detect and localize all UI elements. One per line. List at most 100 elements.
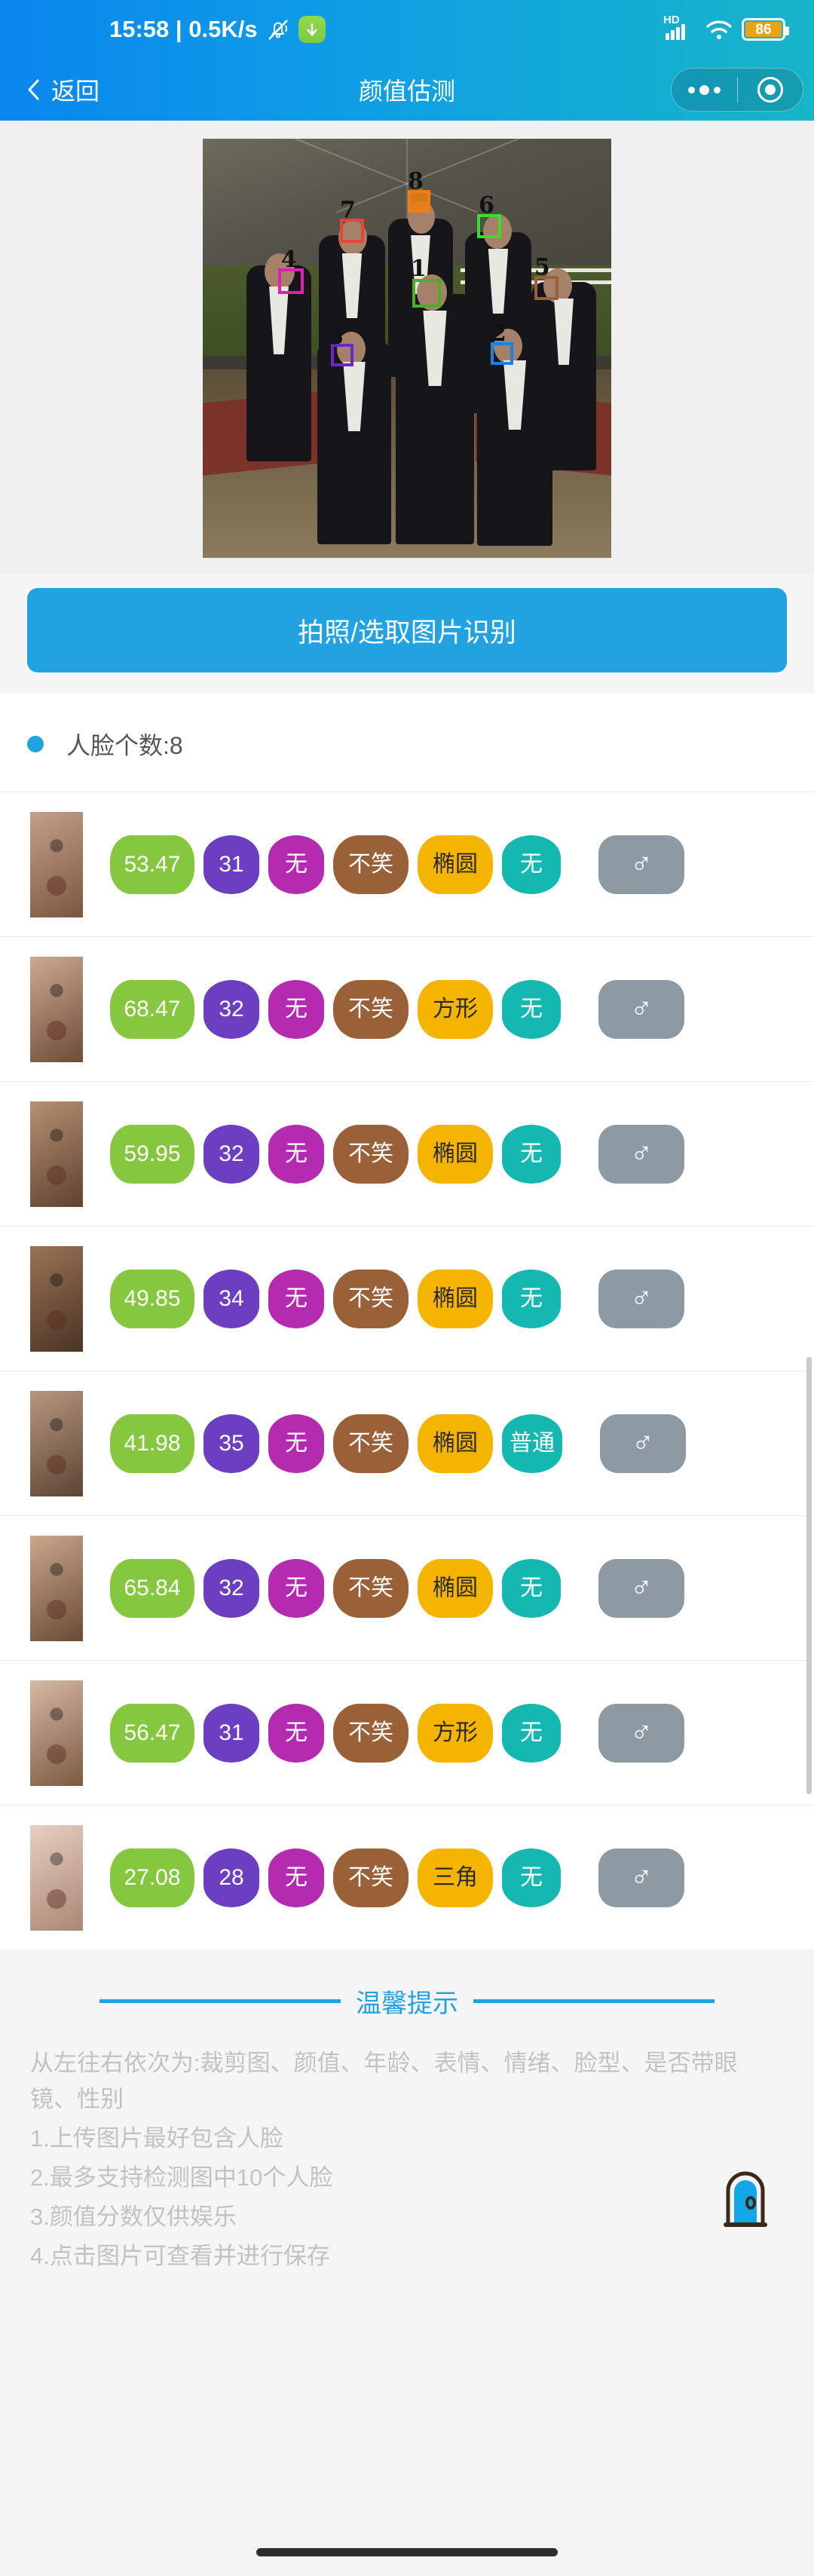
battery-level: 86 xyxy=(745,22,782,37)
face-result-list: 53.47 31 无 不笑 椭圆 无 ♂ 68.47 32 无 不笑 方形 无 … xyxy=(0,792,814,1950)
expression-pill: 无 xyxy=(268,1558,324,1618)
table-row[interactable]: 59.95 32 无 不笑 椭圆 无 ♂ xyxy=(0,1081,814,1226)
age-pill: 31 xyxy=(204,1703,259,1763)
beauty-score-pill: 49.85 xyxy=(110,1269,194,1328)
expression-pill: 无 xyxy=(268,1269,324,1328)
table-row[interactable]: 56.47 31 无 不笑 方形 无 ♂ xyxy=(0,1660,814,1805)
table-row[interactable]: 49.85 34 无 不笑 椭圆 无 ♂ xyxy=(0,1226,814,1371)
signal-bars-icon: HD xyxy=(663,14,696,44)
gender-pill: ♂ xyxy=(598,1848,684,1907)
back-button[interactable]: 返回 xyxy=(27,72,99,107)
face-shape-pill: 三角 xyxy=(418,1848,493,1907)
gender-pill: ♂ xyxy=(600,1414,686,1473)
signal-bars xyxy=(666,24,685,40)
beauty-score-pill: 56.47 xyxy=(110,1703,194,1763)
emotion-pill: 不笑 xyxy=(333,1414,409,1473)
home-indicator[interactable] xyxy=(256,2548,558,2556)
face-shape-pill: 椭圆 xyxy=(418,835,493,894)
result-photo[interactable]: 1 2 3 4 5 6 7 8 xyxy=(203,139,611,558)
status-bar-left: 15:58 | 0.5K/s xyxy=(109,16,326,43)
face-thumbnail[interactable] xyxy=(30,1535,83,1641)
vertical-scrollbar[interactable] xyxy=(806,1357,812,1794)
expression-pill: 无 xyxy=(268,1124,324,1184)
beauty-score-pill: 59.95 xyxy=(110,1124,194,1184)
face-attribute-pills: 65.84 32 无 不笑 椭圆 无 ♂ xyxy=(110,1558,684,1618)
face-thumbnail[interactable] xyxy=(30,1680,83,1786)
status-bar: 15:58 | 0.5K/s HD 86 xyxy=(0,0,814,59)
face-box-label-2: 2 xyxy=(491,320,506,347)
face-attribute-pills: 41.98 35 无 不笑 椭圆 普通 ♂ xyxy=(110,1414,686,1473)
bell-muted-icon xyxy=(267,17,289,41)
tips-header: 温馨提示 xyxy=(30,1983,784,2020)
gender-pill: ♂ xyxy=(598,979,684,1039)
battery-icon: 86 xyxy=(742,18,789,41)
gender-pill: ♂ xyxy=(598,1269,684,1328)
gender-pill: ♂ xyxy=(598,1703,684,1763)
glasses-pill: 无 xyxy=(502,1269,561,1328)
emotion-pill: 不笑 xyxy=(333,1558,409,1618)
face-box-1 xyxy=(412,279,441,308)
face-count-section: 人脸个数:8 xyxy=(0,694,814,792)
beauty-score-pill: 65.84 xyxy=(110,1558,194,1618)
face-attribute-pills: 68.47 32 无 不笑 方形 无 ♂ xyxy=(110,979,684,1039)
emotion-pill: 不笑 xyxy=(333,979,409,1039)
expression-pill: 无 xyxy=(268,835,324,894)
glasses-pill: 无 xyxy=(502,1124,561,1184)
table-row[interactable]: 27.08 28 无 不笑 三角 无 ♂ xyxy=(0,1805,814,1950)
age-pill: 35 xyxy=(204,1414,259,1473)
glasses-pill: 无 xyxy=(502,979,561,1039)
table-row[interactable]: 41.98 35 无 不笑 椭圆 普通 ♂ xyxy=(0,1371,814,1515)
face-thumbnail[interactable] xyxy=(30,1101,83,1207)
face-shape-pill: 椭圆 xyxy=(418,1124,493,1184)
glasses-pill: 无 xyxy=(502,1848,561,1907)
face-box-label-8: 8 xyxy=(408,168,424,195)
take-or-pick-photo-button[interactable]: 拍照/选取图片识别 xyxy=(27,588,787,672)
face-thumbnail[interactable] xyxy=(30,1390,83,1496)
age-pill: 28 xyxy=(204,1848,259,1907)
tips-line: 2.最多支持检测图中10个人脸 xyxy=(30,2164,333,2192)
face-thumbnail[interactable] xyxy=(30,1824,83,1931)
close-miniprogram-button[interactable] xyxy=(738,69,803,111)
expression-pill: 无 xyxy=(268,979,324,1039)
emotion-pill: 不笑 xyxy=(333,1269,409,1328)
tent-seam-right xyxy=(335,139,611,213)
beauty-score-pill: 68.47 xyxy=(110,979,194,1039)
tips-rule-left xyxy=(99,1999,341,2003)
age-pill: 34 xyxy=(204,1269,259,1328)
tips-line: 1.上传图片最好包含人脸 xyxy=(30,2125,283,2152)
tips-section: 温馨提示 从左往右依次为:裁剪图、颜值、年龄、表情、情绪、脸型、是否带眼镜、性别… xyxy=(0,1950,814,2342)
face-shape-pill: 椭圆 xyxy=(418,1558,493,1618)
face-thumbnail[interactable] xyxy=(30,1245,83,1352)
chevron-left-icon xyxy=(27,78,41,101)
face-thumbnail[interactable] xyxy=(30,811,83,917)
age-pill: 31 xyxy=(204,835,259,894)
face-attribute-pills: 56.47 31 无 不笑 方形 无 ♂ xyxy=(110,1703,684,1763)
action-section: 拍照/选取图片识别 xyxy=(0,574,814,694)
more-dots-icon xyxy=(687,84,721,95)
table-row[interactable]: 65.84 32 无 不笑 椭圆 无 ♂ xyxy=(0,1515,814,1660)
tips-line: 从左往右依次为:裁剪图、颜值、年龄、表情、情绪、脸型、是否带眼镜、性别 xyxy=(30,2050,738,2113)
door-arch-icon xyxy=(718,2165,773,2228)
expression-pill: 无 xyxy=(268,1703,324,1763)
face-box-label-5: 5 xyxy=(534,254,550,280)
navigation-bar: 返回 颜值估测 xyxy=(0,59,814,121)
face-attribute-pills: 27.08 28 无 不笑 三角 无 ♂ xyxy=(110,1848,684,1907)
expression-pill: 无 xyxy=(268,1848,324,1907)
gender-pill: ♂ xyxy=(598,835,684,894)
gender-pill: ♂ xyxy=(598,1558,684,1618)
more-menu-button[interactable] xyxy=(672,69,737,111)
face-box-label-7: 7 xyxy=(340,197,356,223)
photo-section: 1 2 3 4 5 6 7 8 xyxy=(0,121,814,574)
beauty-score-pill: 53.47 xyxy=(110,835,194,894)
miniprogram-capsule xyxy=(671,68,803,112)
table-row[interactable]: 68.47 32 无 不笑 方形 无 ♂ xyxy=(0,936,814,1081)
tips-line: 3.颜值分数仅供娱乐 xyxy=(30,2204,237,2231)
table-row[interactable]: 53.47 31 无 不笑 椭圆 无 ♂ xyxy=(0,792,814,936)
face-thumbnail[interactable] xyxy=(30,956,83,1062)
emotion-pill: 不笑 xyxy=(333,1124,409,1184)
glasses-pill: 普通 xyxy=(502,1414,562,1473)
gender-pill: ♂ xyxy=(598,1124,684,1184)
back-label: 返回 xyxy=(51,78,100,105)
face-shape-pill: 方形 xyxy=(418,1703,493,1763)
target-circle-icon xyxy=(757,77,783,103)
